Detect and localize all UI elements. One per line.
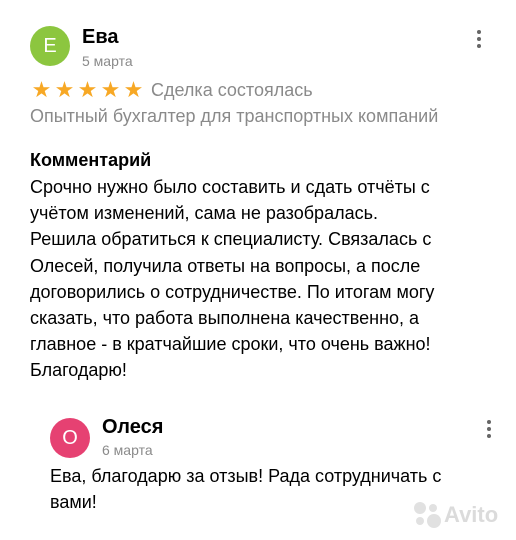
review-date: 5 марта — [82, 53, 133, 69]
reply-header: О Олеся 6 марта — [50, 408, 500, 458]
star-rating: ★ ★ ★ ★ ★ — [30, 79, 145, 101]
reply-avatar[interactable]: О — [50, 418, 90, 458]
comment-line: учётом изменений, сама не разобралась. — [30, 203, 378, 224]
comment-line: сказать, что работа выполнена качественн… — [30, 308, 420, 329]
comment-line: главное - в кратчайшие сроки, что очень … — [30, 334, 431, 355]
rating-row: ★ ★ ★ ★ ★ Сделка состоялась — [30, 78, 313, 102]
star-icon: ★ — [31, 77, 52, 102]
avito-watermark: Avito — [412, 500, 504, 530]
comment-line: Срочно нужно было составить и сдать отчё… — [30, 177, 430, 197]
comment-line: Благодарю! — [30, 360, 127, 381]
review-header: Е Ева 5 марта — [30, 20, 500, 70]
more-options-icon[interactable] — [486, 420, 492, 440]
comment-line: Олесей, получила ответы на вопросы, а по… — [30, 255, 421, 276]
comment-text: Срочно нужно было составить и сдать отчё… — [30, 174, 500, 384]
reply-line: Ева, благодарю за отзыв! Рада сотруднича… — [50, 466, 442, 486]
seller-reply: О Олеся 6 марта Ева, благодарю за отзыв!… — [50, 408, 500, 512]
avito-logo-icon — [412, 500, 442, 530]
star-icon: ★ — [54, 77, 75, 102]
watermark-text: Avito — [444, 502, 499, 527]
comment-heading: Комментарий — [30, 150, 152, 170]
star-icon: ★ — [100, 77, 121, 102]
author-name[interactable]: Ева — [82, 26, 119, 49]
more-options-icon[interactable] — [476, 30, 482, 50]
star-icon: ★ — [77, 77, 98, 102]
reply-author-name[interactable]: Олеся — [102, 416, 163, 439]
comment-line: Решила обратиться к специалисту. Связала… — [30, 229, 432, 250]
comment-line: договорились о сотрудничестве. По итогам… — [30, 281, 435, 302]
avatar[interactable]: Е — [30, 26, 70, 66]
star-icon: ★ — [123, 77, 144, 102]
review-header-block: Е Ева 5 марта — [30, 20, 500, 70]
deal-status: Сделка состоялась — [151, 79, 313, 100]
reply-date: 6 марта — [102, 442, 153, 458]
service-title[interactable]: Опытный бухгалтер для транспортных компа… — [30, 106, 438, 127]
